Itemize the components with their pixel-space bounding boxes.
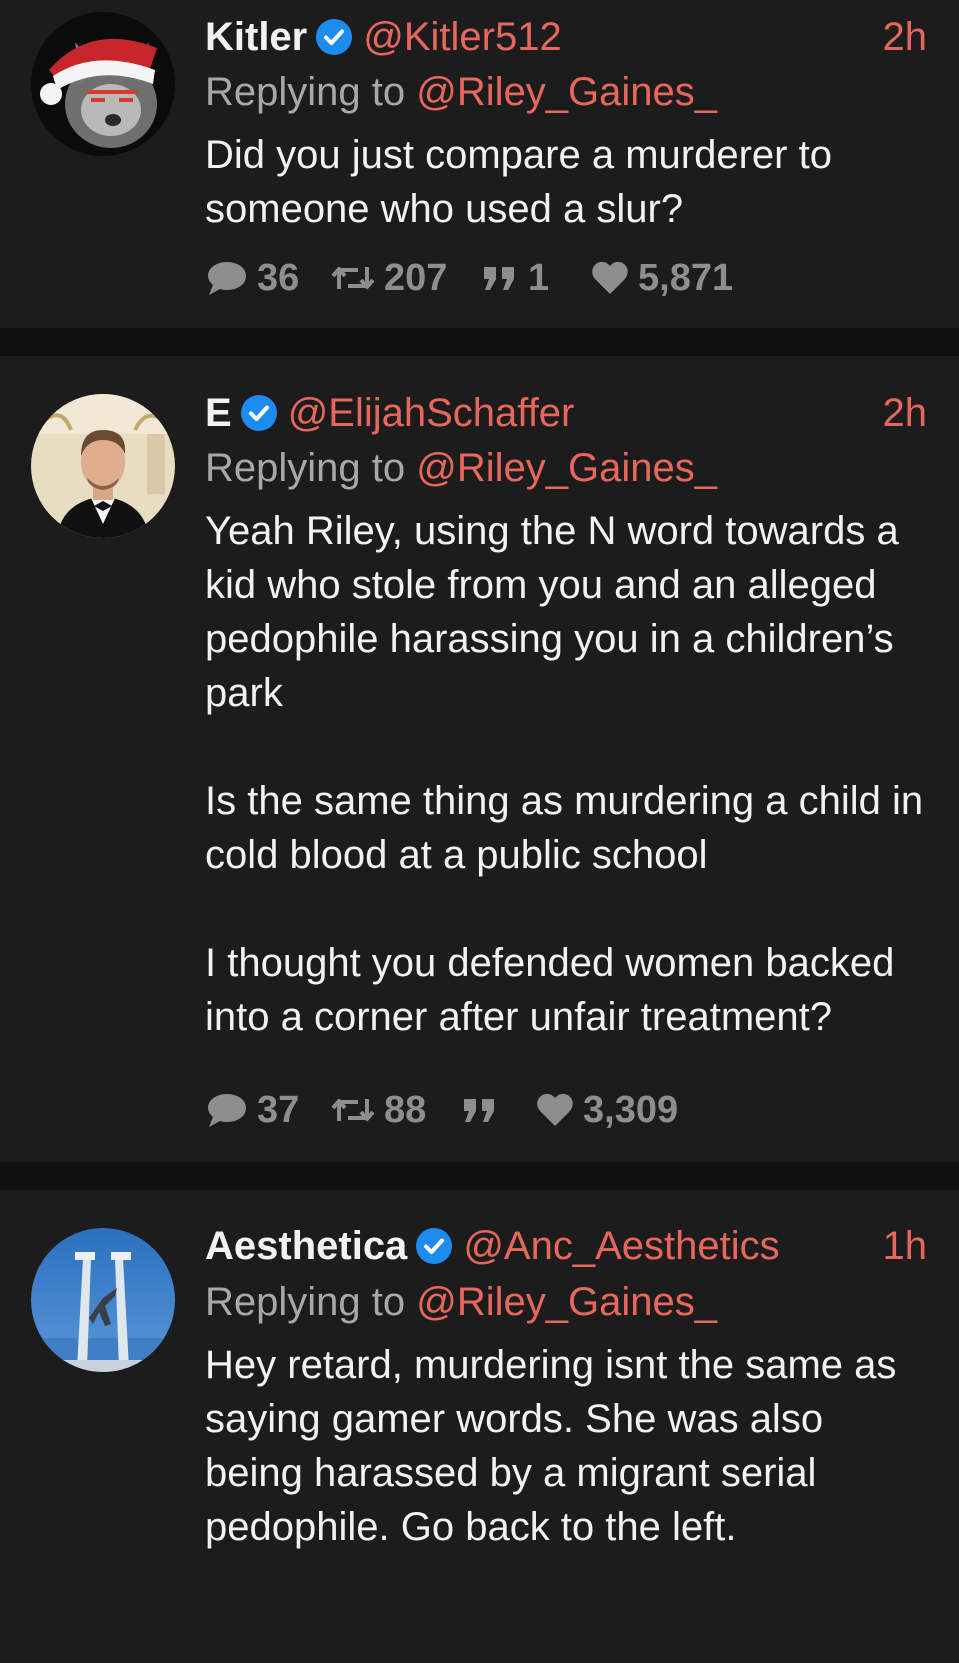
retweet-count: 88 bbox=[384, 1088, 427, 1131]
avatar[interactable] bbox=[31, 12, 175, 156]
reply-count: 36 bbox=[257, 256, 300, 299]
tweet-paragraph: Yeah Riley, using the N word towards a k… bbox=[205, 509, 899, 715]
display-name[interactable]: Kitler bbox=[205, 15, 307, 60]
retweet-count: 207 bbox=[384, 256, 448, 299]
like-button[interactable]: 3,309 bbox=[535, 1089, 678, 1132]
reply-icon bbox=[208, 262, 246, 295]
timestamp: 2h bbox=[882, 14, 928, 59]
replying-to-handle[interactable]: @Riley_Gaines_ bbox=[416, 70, 717, 114]
action-bar: 36 207 1 5,871 bbox=[205, 254, 733, 302]
replying-to-label: Replying to bbox=[205, 70, 406, 114]
user-handle[interactable]: @Anc_Aesthetics bbox=[463, 1224, 779, 1269]
replying-to-label: Replying to bbox=[205, 446, 406, 490]
retweet-button[interactable]: 207 bbox=[330, 257, 480, 300]
replying-to-label: Replying to bbox=[205, 1280, 406, 1324]
quote-count: 1 bbox=[528, 256, 550, 299]
replying-to-handle[interactable]: @Riley_Gaines_ bbox=[416, 446, 717, 490]
tweet-text: Yeah Riley, using the N word towards a k… bbox=[205, 504, 930, 1044]
timestamp: 1h bbox=[882, 1223, 928, 1268]
user-handle[interactable]: @ElijahSchaffer bbox=[288, 391, 575, 436]
tweet-paragraph: I thought you defended women backed into… bbox=[205, 941, 895, 1039]
reply-feed: Kitler @Kitler512 2h Replying to @Riley_… bbox=[0, 0, 959, 1663]
avatar[interactable] bbox=[31, 394, 175, 538]
tweet-paragraph: Hey retard, murdering isnt the same as s… bbox=[205, 1343, 897, 1549]
retweet-button[interactable]: 88 bbox=[330, 1089, 460, 1132]
cat-santa-hat-avatar bbox=[31, 12, 175, 156]
reply-button[interactable]: 37 bbox=[205, 1089, 330, 1132]
tweet-card[interactable]: Kitler @Kitler512 2h Replying to @Riley_… bbox=[0, 0, 959, 328]
like-button[interactable]: 5,871 bbox=[590, 257, 733, 300]
tweet-text: Did you just compare a murderer to someo… bbox=[205, 128, 930, 236]
verified-badge-icon bbox=[415, 1227, 453, 1265]
retweet-icon bbox=[331, 267, 375, 289]
tweet-paragraph: Did you just compare a murderer to someo… bbox=[205, 133, 832, 231]
heart-icon bbox=[592, 261, 628, 294]
monument-sculpture-avatar bbox=[31, 1228, 175, 1372]
reply-icon bbox=[208, 1094, 246, 1127]
like-count: 3,309 bbox=[583, 1088, 679, 1131]
tweet-header: Kitler @Kitler512 2h bbox=[205, 14, 927, 60]
tweet-text: Hey retard, murdering isnt the same as s… bbox=[205, 1338, 930, 1554]
verified-badge-icon bbox=[240, 394, 278, 432]
reply-count: 37 bbox=[257, 1088, 300, 1131]
user-handle[interactable]: @Kitler512 bbox=[363, 15, 561, 60]
tweet-card[interactable]: E @ElijahSchaffer 2h Replying to @Riley_… bbox=[0, 356, 959, 1162]
display-name[interactable]: E bbox=[205, 391, 232, 436]
replying-to-line: Replying to @Riley_Gaines_ bbox=[205, 70, 717, 115]
heart-icon bbox=[537, 1093, 573, 1126]
like-count: 5,871 bbox=[638, 256, 734, 299]
retweet-icon bbox=[331, 1099, 375, 1121]
quote-button[interactable]: 1 bbox=[480, 257, 590, 300]
man-in-tuxedo-avatar bbox=[31, 394, 175, 538]
verified-badge-icon bbox=[315, 18, 353, 56]
reply-button[interactable]: 36 bbox=[205, 257, 330, 300]
quote-button[interactable] bbox=[460, 1095, 535, 1125]
avatar[interactable] bbox=[31, 1228, 175, 1372]
replying-to-line: Replying to @Riley_Gaines_ bbox=[205, 1280, 717, 1325]
tweet-header: E @ElijahSchaffer 2h bbox=[205, 390, 927, 436]
quote-icon bbox=[484, 267, 514, 290]
tweet-paragraph: Is the same thing as murdering a child i… bbox=[205, 779, 924, 877]
timestamp: 2h bbox=[882, 390, 928, 435]
replying-to-line: Replying to @Riley_Gaines_ bbox=[205, 446, 717, 491]
tweet-header: Aesthetica @Anc_Aesthetics 1h bbox=[205, 1223, 927, 1269]
replying-to-handle[interactable]: @Riley_Gaines_ bbox=[416, 1280, 717, 1324]
tweet-card[interactable]: Aesthetica @Anc_Aesthetics 1h Replying t… bbox=[0, 1190, 959, 1663]
action-bar: 37 88 3,309 bbox=[205, 1086, 678, 1134]
display-name[interactable]: Aesthetica bbox=[205, 1224, 407, 1269]
quote-icon bbox=[464, 1099, 494, 1122]
